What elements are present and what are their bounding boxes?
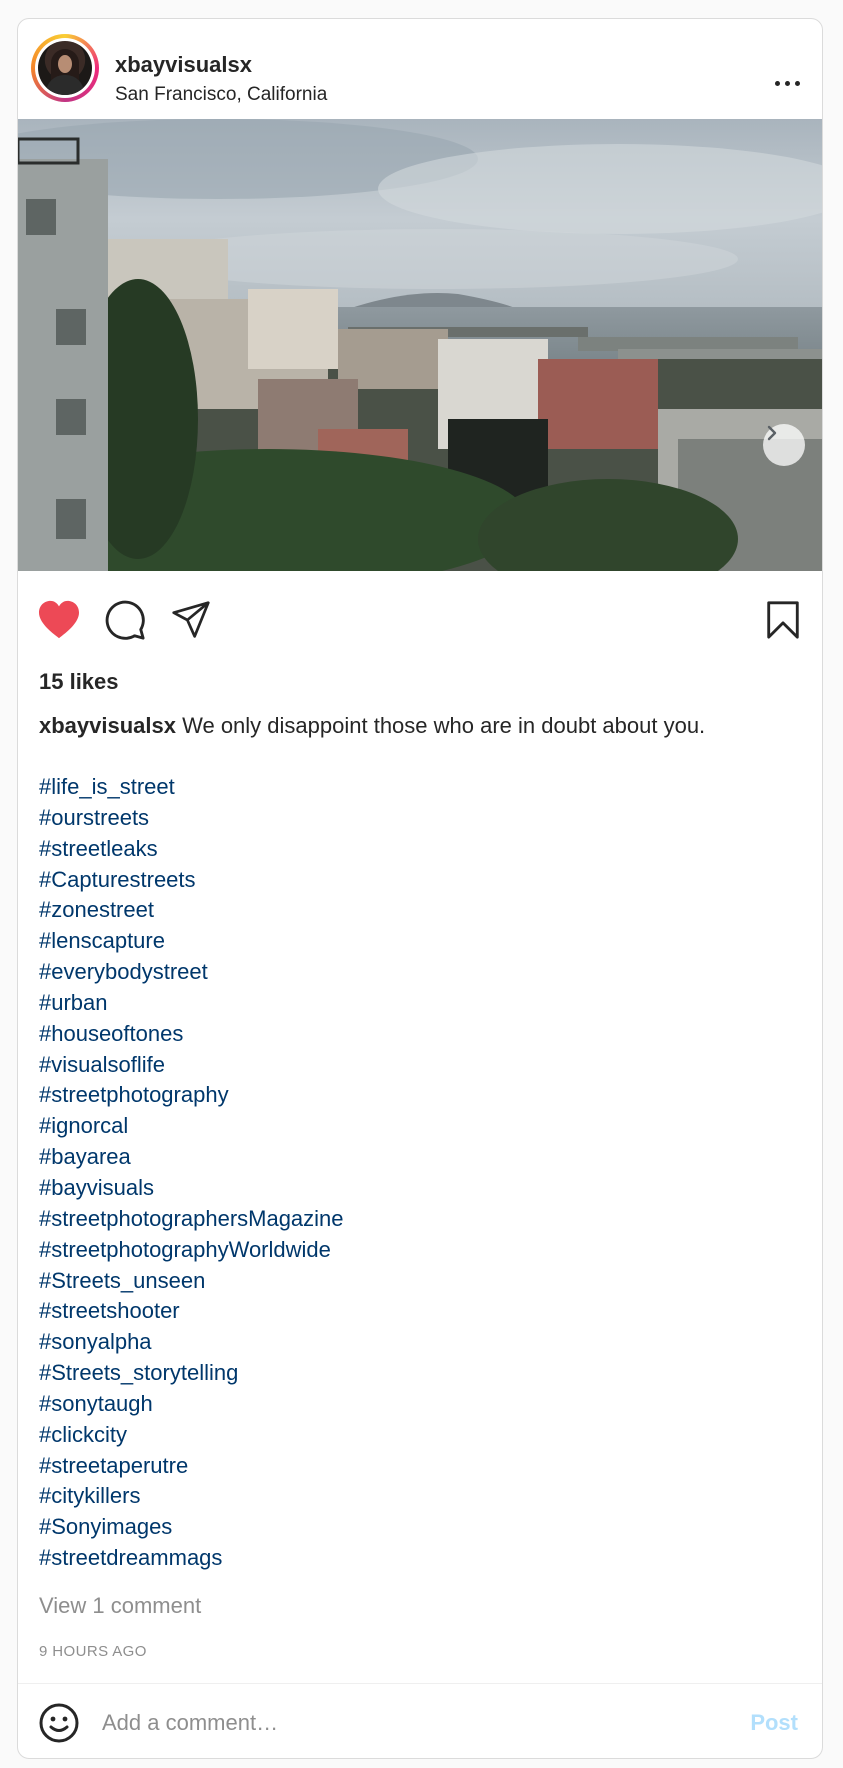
like-button[interactable] xyxy=(36,597,82,643)
share-button[interactable] xyxy=(168,597,214,643)
hashtag-link[interactable]: #citykillers xyxy=(39,1481,799,1512)
hashtag-link[interactable]: #streetaperutre xyxy=(39,1451,799,1482)
hashtag-link[interactable]: #sonyalpha xyxy=(39,1327,799,1358)
caption-username[interactable]: xbayvisualsx xyxy=(39,713,176,738)
heart-icon xyxy=(39,600,79,639)
hashtag-link[interactable]: #sonytaugh xyxy=(39,1389,799,1420)
carousel-next-button[interactable] xyxy=(763,424,805,466)
hashtag-link[interactable]: #ourstreets xyxy=(39,803,799,834)
more-options-button[interactable] xyxy=(764,69,810,97)
hashtag-link[interactable]: #zonestreet xyxy=(39,895,799,926)
hashtag-link[interactable]: #clickcity xyxy=(39,1420,799,1451)
hashtag-link[interactable]: #visualsoflife xyxy=(39,1050,799,1081)
hashtag-link[interactable]: #Streets_unseen xyxy=(39,1266,799,1297)
paper-plane-icon xyxy=(172,601,210,638)
avatar-image xyxy=(38,41,92,95)
hashtag-link[interactable]: #streetleaks xyxy=(39,834,799,865)
hashtag-link[interactable]: #Streets_storytelling xyxy=(39,1358,799,1389)
comment-button[interactable] xyxy=(102,597,148,643)
post-card: xbayvisualsx San Francisco, California 1… xyxy=(17,18,823,1759)
hashtag-link[interactable]: #streetshooter xyxy=(39,1296,799,1327)
comment-input[interactable] xyxy=(100,1702,734,1744)
hashtag-link[interactable]: #Sonyimages xyxy=(39,1512,799,1543)
likes-count[interactable]: 15 likes xyxy=(39,669,119,695)
save-button[interactable] xyxy=(760,597,806,643)
post-username[interactable]: xbayvisualsx xyxy=(115,52,252,78)
hashtag-link[interactable]: #houseoftones xyxy=(39,1019,799,1050)
hashtag-link[interactable]: #ignorcal xyxy=(39,1111,799,1142)
chevron-right-icon xyxy=(767,425,777,441)
view-comments-link[interactable]: View 1 comment xyxy=(39,1593,201,1619)
bookmark-icon xyxy=(767,601,799,639)
post-timestamp: 9 HOURS AGO xyxy=(39,1643,147,1660)
hashtag-link[interactable]: #everybodystreet xyxy=(39,957,799,988)
hashtag-link[interactable]: #urban xyxy=(39,988,799,1019)
hashtag-link[interactable]: #lenscapture xyxy=(39,926,799,957)
post-image[interactable] xyxy=(18,119,822,571)
more-dots-icon xyxy=(774,80,780,86)
emoji-button[interactable] xyxy=(38,1702,80,1744)
hashtag-link[interactable]: #streetphotographyWorldwide xyxy=(39,1235,799,1266)
hashtag-link[interactable]: #life_is_street xyxy=(39,772,799,803)
avatar[interactable] xyxy=(31,34,99,102)
hashtag-link[interactable]: #bayarea xyxy=(39,1142,799,1173)
post-header: xbayvisualsx San Francisco, California xyxy=(18,19,822,119)
caption-text: We only disappoint those who are in doub… xyxy=(182,713,706,738)
post-location[interactable]: San Francisco, California xyxy=(115,84,327,106)
hashtag-link[interactable]: #streetdreammags xyxy=(39,1543,799,1574)
hashtag-list: #life_is_street #ourstreets #streetleaks #C… xyxy=(39,772,799,1574)
comment-icon xyxy=(105,600,145,640)
action-bar xyxy=(18,571,822,651)
city-photo xyxy=(18,119,822,571)
hashtag-link[interactable]: #streetphotographersMagazine xyxy=(39,1204,799,1235)
hashtag-link[interactable]: #Capturestreets xyxy=(39,865,799,896)
post-caption: xbayvisualsx We only disappoint those wh… xyxy=(39,713,799,739)
hashtag-link[interactable]: #bayvisuals xyxy=(39,1173,799,1204)
comment-bar: Post xyxy=(18,1683,822,1758)
post-comment-button[interactable]: Post xyxy=(750,1710,798,1736)
smiley-icon xyxy=(39,1703,79,1743)
hashtag-link[interactable]: #streetphotography xyxy=(39,1080,799,1111)
